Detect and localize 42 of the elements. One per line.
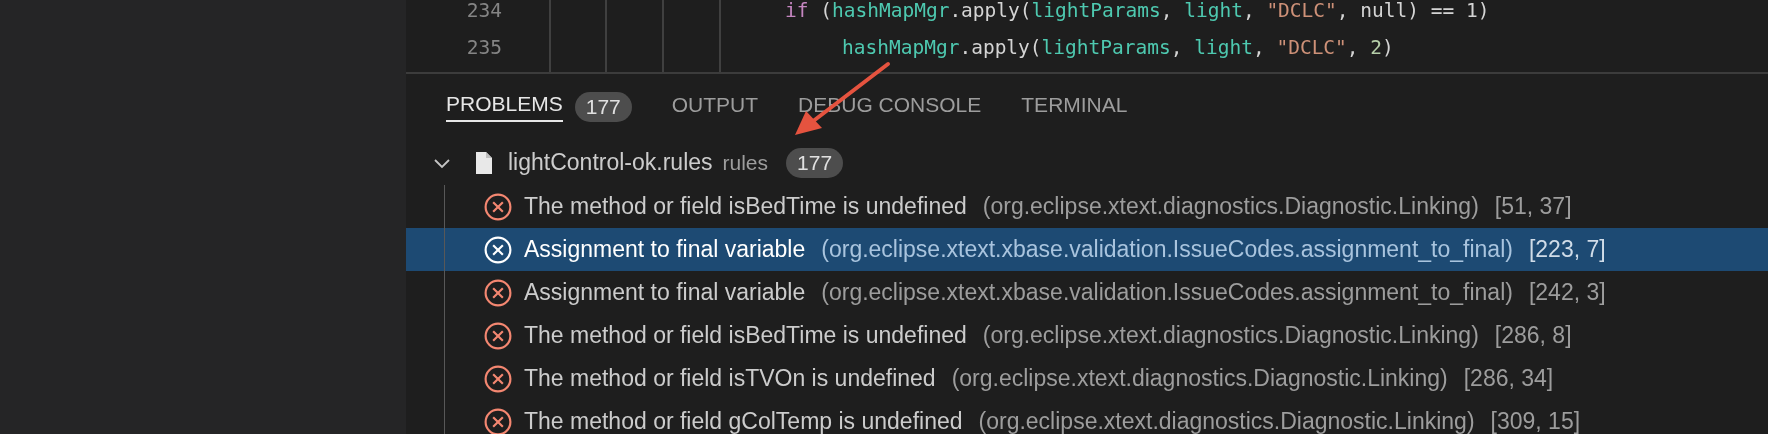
file-path: rules	[722, 150, 769, 175]
problem-row[interactable]: Assignment to final variable (org.eclipse.xtext.xbase.validation.IssueCodes.assignment_to_final) [242, 3]	[406, 271, 1768, 314]
problem-row[interactable]: The method or field isTVOn is undefined (org.eclipse.xtext.diagnostics.Diagnostic.Linking) [286, 34]	[406, 357, 1768, 400]
problem-position: [309, 15]	[1490, 408, 1581, 434]
problem-position: [223, 7]	[1528, 236, 1606, 263]
panel-tab[interactable]: PROBLEMS 177	[446, 82, 632, 132]
count-badge: 177	[786, 147, 844, 178]
problem-position: [242, 3]	[1528, 279, 1606, 306]
error-icon	[484, 321, 512, 350]
problem-message: Assignment to final variable	[524, 236, 806, 263]
problem-row[interactable]: The method or field gColTemp is undefined (org.eclipse.xtext.diagnostics.Diagnostic.Linking) [309, 15]	[406, 400, 1768, 434]
problem-code: (org.eclipse.xtext.diagnostics.Diagnostic.Linking)	[982, 322, 1479, 349]
line-number: 235	[465, 36, 502, 59]
error-icon	[484, 407, 512, 434]
problem-message: Assignment to final variable	[524, 279, 806, 306]
problem-message: The method or field gColTemp is undefined	[524, 408, 963, 434]
file-icon	[474, 150, 494, 175]
panel-tab[interactable]: TERMINAL	[1021, 83, 1128, 131]
count-badge: 177	[574, 92, 632, 122]
problem-row[interactable]: The method or field isBedTime is undefined (org.eclipse.xtext.diagnostics.Diagnostic.Linking) [286, 8]	[406, 314, 1768, 357]
problem-position: [286, 8]	[1494, 322, 1572, 349]
problem-message: The method or field isBedTime is undefined	[524, 322, 967, 349]
problem-code: (org.eclipse.xtext.xbase.validation.IssueCodes.assignment_to_final)	[821, 279, 1513, 306]
problem-row[interactable]: The method or field isBedTime is undefined (org.eclipse.xtext.diagnostics.Diagnostic.Linking) [51, 37]	[406, 185, 1768, 228]
error-icon	[484, 278, 512, 307]
line-number: 234	[465, 0, 502, 22]
file-name: lightControl-ok.rules	[508, 149, 713, 176]
panel-tab[interactable]: OUTPUT	[671, 83, 759, 131]
error-icon	[484, 235, 512, 264]
problem-code: (org.eclipse.xtext.xbase.validation.IssueCodes.assignment_to_final)	[821, 236, 1513, 263]
problem-message: The method or field isTVOn is undefined	[524, 365, 936, 392]
error-icon	[484, 364, 512, 393]
error-icon	[484, 192, 512, 221]
problem-message: The method or field isBedTime is undefined	[524, 193, 967, 220]
problem-code: (org.eclipse.xtext.diagnostics.Diagnostic.Linking)	[978, 408, 1475, 434]
code-line: hashMapMgr.apply(lightParams, light, "DCLC", 2)	[842, 36, 1394, 59]
code-line: if (hashMapMgr.apply(lightParams, light, "DCLC", null) == 1)	[785, 0, 1490, 22]
problem-position: [51, 37]	[1494, 193, 1572, 220]
problem-code: (org.eclipse.xtext.diagnostics.Diagnostic.Linking)	[951, 365, 1448, 392]
problem-position: [286, 34]	[1463, 365, 1554, 392]
problem-code: (org.eclipse.xtext.diagnostics.Diagnostic.Linking)	[982, 193, 1479, 220]
problem-row[interactable]: Assignment to final variable (org.eclipse.xtext.xbase.validation.IssueCodes.assignment_to_final) [223, 7]	[406, 228, 1768, 271]
